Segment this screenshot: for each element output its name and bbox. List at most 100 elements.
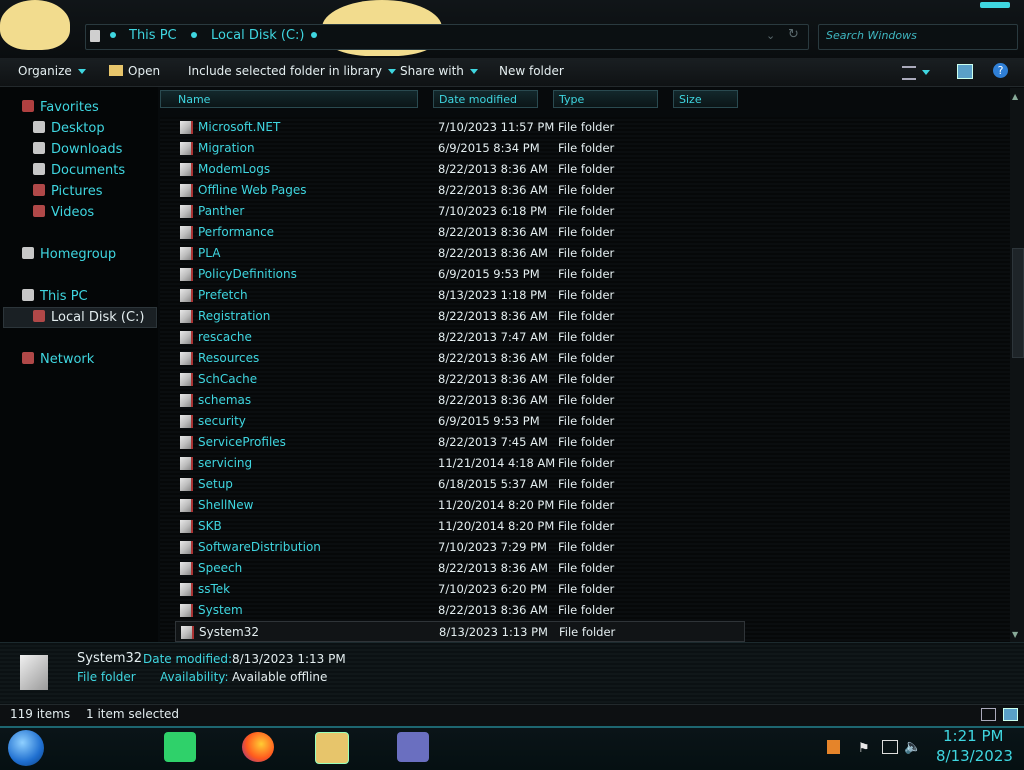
refresh-icon[interactable]: ↻ [788, 27, 799, 42]
nav-documents[interactable]: Documents [51, 163, 125, 178]
file-name: security [198, 414, 246, 428]
include-in-library-button[interactable]: Include selected folder in library [188, 64, 396, 78]
file-name: PolicyDefinitions [198, 267, 297, 281]
table-row[interactable]: Speech 8/22/2013 8:36 AM File folder [175, 558, 745, 579]
table-row[interactable]: rescache 8/22/2013 7:47 AM File folder [175, 327, 745, 348]
details-view-icon[interactable] [981, 708, 996, 721]
firefox-icon[interactable] [242, 732, 274, 762]
column-header-name[interactable]: Name [160, 90, 418, 108]
table-row[interactable]: PLA 8/22/2013 8:36 AM File folder [175, 243, 745, 264]
file-type: File folder [558, 351, 615, 365]
file-date: 8/22/2013 8:36 AM [438, 561, 548, 575]
nav-videos[interactable]: Videos [51, 205, 94, 220]
table-row[interactable]: Panther 7/10/2023 6:18 PM File folder [175, 201, 745, 222]
file-name: ShellNew [198, 498, 254, 512]
notes-app-icon[interactable] [164, 732, 196, 762]
table-row[interactable]: ShellNew 11/20/2014 8:20 PM File folder [175, 495, 745, 516]
table-row[interactable]: security 6/9/2015 9:53 PM File folder [175, 411, 745, 432]
large-icons-view-icon[interactable] [1003, 708, 1018, 721]
separator-dot [191, 32, 197, 38]
window-control-button[interactable] [980, 2, 1010, 8]
new-folder-button[interactable]: New folder [499, 64, 564, 78]
table-row[interactable]: Microsoft.NET 7/10/2023 11:57 PM File fold… [175, 117, 745, 138]
file-date: 6/9/2015 9:53 PM [438, 414, 540, 428]
table-row[interactable]: schemas 8/22/2013 8:36 AM File folder [175, 390, 745, 411]
table-row[interactable]: SKB 11/20/2014 8:20 PM File folder [175, 516, 745, 537]
character-decoration-left [0, 0, 70, 50]
breadcrumb-this-pc[interactable]: This PC [129, 28, 177, 43]
vertical-scrollbar[interactable] [1010, 88, 1024, 642]
table-row[interactable]: Registration 8/22/2013 8:36 AM File folder [175, 306, 745, 327]
preview-pane-icon[interactable] [957, 64, 973, 79]
window-app-icon[interactable] [397, 732, 429, 762]
file-date: 8/22/2013 7:45 AM [438, 435, 548, 449]
file-name: schemas [198, 393, 252, 407]
share-with-button[interactable]: Share with [400, 64, 478, 78]
table-row[interactable]: Setup 6/18/2015 5:37 AM File folder [175, 474, 745, 495]
file-type: File folder [558, 204, 615, 218]
table-row[interactable]: Resources 8/22/2013 8:36 AM File folder [175, 348, 745, 369]
documents-icon [33, 163, 45, 175]
table-row[interactable]: Performance 8/22/2013 8:36 AM File folder [175, 222, 745, 243]
nav-desktop[interactable]: Desktop [51, 121, 105, 136]
file-date: 8/22/2013 8:36 AM [438, 393, 548, 407]
open-button[interactable]: Open [109, 64, 160, 78]
table-row[interactable]: ServiceProfiles 8/22/2013 7:45 AM File fol… [175, 432, 745, 453]
share-label: Share with [400, 64, 464, 78]
clock-time[interactable]: 1:21 PM [943, 727, 1003, 745]
scroll-up-icon[interactable]: ▲ [1012, 92, 1018, 101]
file-name: ServiceProfiles [198, 435, 286, 449]
open-folder-icon [109, 65, 123, 76]
breadcrumb-local-disk[interactable]: Local Disk (C:) [211, 28, 304, 43]
table-row[interactable]: Migration 6/9/2015 8:34 PM File folder [175, 138, 745, 159]
file-explorer-icon[interactable] [315, 732, 349, 764]
organize-button[interactable]: Organize [18, 64, 86, 78]
file-type: File folder [558, 225, 615, 239]
file-name: Registration [198, 309, 271, 323]
table-row[interactable]: System32 8/13/2023 1:13 PM File folder [175, 621, 745, 642]
dropdown-icon[interactable]: ⌄ [766, 29, 775, 42]
file-name: SKB [198, 519, 222, 533]
file-type: File folder [558, 435, 615, 449]
file-type: File folder [558, 477, 615, 491]
table-row[interactable]: Prefetch 8/13/2023 1:18 PM File folder [175, 285, 745, 306]
column-header-date[interactable]: Date modified [433, 90, 538, 108]
folder-icon [180, 394, 193, 407]
nav-homegroup[interactable]: Homegroup [40, 247, 116, 262]
scrollbar-thumb[interactable] [1012, 248, 1024, 358]
column-header-type[interactable]: Type [553, 90, 658, 108]
table-row[interactable]: servicing 11/21/2014 4:18 AM File folder [175, 453, 745, 474]
start-orb-icon[interactable] [8, 730, 44, 766]
table-row[interactable]: SoftwareDistribution 7/10/2023 7:29 PM Fil… [175, 537, 745, 558]
volume-icon[interactable]: 🔈 [904, 739, 921, 755]
table-row[interactable]: SchCache 8/22/2013 8:36 AM File folder [175, 369, 745, 390]
computer-icon [22, 289, 34, 301]
chevron-down-icon[interactable] [922, 70, 930, 75]
nav-downloads[interactable]: Downloads [51, 142, 122, 157]
table-row[interactable]: Offline Web Pages 8/22/2013 8:36 AM File f… [175, 180, 745, 201]
help-icon[interactable]: ? [993, 63, 1008, 78]
file-date: 7/10/2023 6:18 PM [438, 204, 547, 218]
file-name: Performance [198, 225, 275, 239]
chevron-down-icon [469, 69, 478, 74]
clock-date[interactable]: 8/13/2023 [936, 747, 1013, 765]
nav-this-pc[interactable]: This PC [40, 289, 88, 304]
table-row[interactable]: ModemLogs 8/22/2013 8:36 AM File folder [175, 159, 745, 180]
column-header-size[interactable]: Size [673, 90, 738, 108]
nav-favorites[interactable]: Favorites [40, 100, 99, 115]
folder-icon [180, 541, 193, 554]
scroll-down-icon[interactable]: ▼ [1012, 630, 1018, 639]
tray-app-icon[interactable] [827, 740, 840, 754]
file-name: SoftwareDistribution [198, 540, 321, 554]
network-tray-icon[interactable] [882, 740, 898, 754]
view-options-icon[interactable] [902, 66, 916, 80]
table-row[interactable]: PolicyDefinitions 6/9/2015 9:53 PM File fo… [175, 264, 745, 285]
folder-icon [180, 205, 193, 218]
details-type: File folder [77, 670, 136, 684]
table-row[interactable]: System 8/22/2013 8:36 AM File folder [175, 600, 745, 621]
nav-network[interactable]: Network [40, 352, 94, 367]
nav-pictures[interactable]: Pictures [51, 184, 102, 199]
nav-local-disk[interactable]: Local Disk (C:) [51, 310, 144, 325]
table-row[interactable]: ssTek 7/10/2023 6:20 PM File folder [175, 579, 745, 600]
flag-icon[interactable]: ⚑ [858, 741, 870, 756]
